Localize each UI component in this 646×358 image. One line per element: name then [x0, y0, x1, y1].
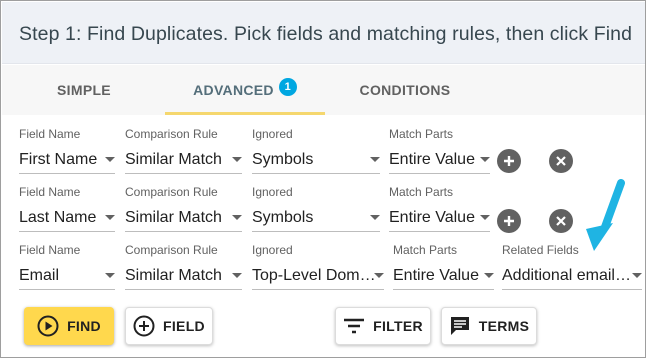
field-name-value: Last Name: [19, 208, 97, 226]
page-title: Step 1: Find Duplicates. Pick fields and…: [19, 23, 633, 45]
match-rule-row: Field Name First Name Comparison Rule Si…: [1, 127, 645, 179]
plus-icon: [504, 216, 514, 226]
close-icon: [556, 156, 566, 166]
ignored-cell: Ignored Top-Level Dom…: [252, 243, 384, 290]
find-duplicates-panel: Step 1: Find Duplicates. Pick fields and…: [0, 0, 646, 358]
match-parts-cell: Match Parts Entire Value: [389, 127, 490, 174]
dropdown-arrow-icon: [105, 157, 115, 162]
match-parts-label: Match Parts: [389, 185, 454, 199]
match-parts-value: Entire Value: [389, 208, 475, 226]
tab-advanced-label: ADVANCED: [193, 82, 274, 98]
ignored-select[interactable]: Symbols: [252, 204, 380, 232]
tab-conditions-label: CONDITIONS: [359, 82, 451, 98]
terms-button-label: TERMS: [478, 318, 530, 334]
terms-button[interactable]: TERMS: [441, 307, 537, 345]
field-name-select[interactable]: Email: [19, 262, 115, 290]
dropdown-arrow-icon: [370, 215, 380, 220]
field-name-cell: Field Name First Name: [19, 127, 115, 174]
find-button-label: FIND: [67, 318, 101, 334]
field-name-value: First Name: [19, 150, 98, 168]
match-parts-value: Entire Value: [393, 266, 479, 284]
ignored-label: Ignored: [252, 127, 293, 141]
plus-circle-outline-icon: [133, 315, 155, 337]
dropdown-arrow-icon: [374, 273, 384, 278]
add-row-button[interactable]: [497, 209, 521, 233]
tab-advanced-count-badge: 1: [278, 78, 297, 96]
tab-simple[interactable]: SIMPLE: [24, 65, 144, 115]
comparison-rule-value: Similar Match: [125, 150, 222, 168]
dropdown-arrow-icon: [480, 215, 490, 220]
dropdown-arrow-icon: [232, 273, 242, 278]
active-tab-indicator: [165, 112, 325, 115]
field-name-label: Field Name: [19, 243, 81, 257]
comparison-rule-select[interactable]: Similar Match: [125, 204, 242, 232]
play-circle-icon: [37, 315, 59, 337]
add-field-button[interactable]: FIELD: [125, 307, 213, 345]
field-name-select[interactable]: First Name: [19, 146, 115, 174]
comparison-rule-cell: Comparison Rule Similar Match: [125, 243, 242, 290]
tab-conditions[interactable]: CONDITIONS: [345, 65, 465, 115]
match-parts-value: Entire Value: [389, 150, 475, 168]
ignored-select[interactable]: Top-Level Dom…: [252, 262, 384, 290]
close-icon: [556, 216, 566, 226]
match-rule-row: Field Name Email Comparison Rule Similar…: [1, 243, 645, 295]
dropdown-arrow-icon: [105, 215, 115, 220]
filter-button-label: FILTER: [373, 318, 423, 334]
dropdown-arrow-icon: [632, 273, 642, 278]
dropdown-arrow-icon: [105, 273, 115, 278]
add-field-button-label: FIELD: [163, 318, 205, 334]
ignored-value: Symbols: [252, 150, 314, 168]
match-rule-row: Field Name Last Name Comparison Rule Sim…: [1, 185, 645, 237]
remove-row-button[interactable]: [549, 149, 573, 173]
dropdown-arrow-icon: [232, 157, 242, 162]
comparison-rule-select[interactable]: Similar Match: [125, 146, 242, 174]
match-parts-select[interactable]: Entire Value: [393, 262, 494, 290]
plus-icon: [504, 156, 514, 166]
match-parts-label: Match Parts: [389, 127, 454, 141]
comparison-rule-label: Comparison Rule: [125, 243, 218, 257]
related-fields-value: Additional email…: [502, 266, 631, 284]
filter-lines-icon: [343, 318, 365, 334]
match-parts-select[interactable]: Entire Value: [389, 204, 490, 232]
field-name-value: Email: [19, 266, 60, 284]
ignored-value: Symbols: [252, 208, 314, 226]
match-parts-select[interactable]: Entire Value: [389, 146, 490, 174]
comment-icon: [449, 315, 471, 337]
tab-advanced[interactable]: ADVANCED 1: [165, 65, 325, 115]
comparison-rule-select[interactable]: Similar Match: [125, 262, 242, 290]
ignored-label: Ignored: [252, 243, 293, 257]
match-parts-cell: Match Parts Entire Value: [393, 243, 494, 290]
comparison-rule-cell: Comparison Rule Similar Match: [125, 127, 242, 174]
related-fields-select[interactable]: Additional email…: [502, 262, 642, 290]
step-header: Step 1: Find Duplicates. Pick fields and…: [2, 2, 645, 64]
comparison-rule-cell: Comparison Rule Similar Match: [125, 185, 242, 232]
field-name-select[interactable]: Last Name: [19, 204, 115, 232]
tab-simple-label: SIMPLE: [57, 82, 111, 98]
field-name-cell: Field Name Email: [19, 243, 115, 290]
ignored-value: Top-Level Dom…: [252, 266, 376, 284]
filter-button[interactable]: FILTER: [335, 307, 431, 345]
match-parts-label: Match Parts: [393, 243, 458, 257]
dropdown-arrow-icon: [370, 157, 380, 162]
ignored-label: Ignored: [252, 185, 293, 199]
comparison-rule-label: Comparison Rule: [125, 185, 218, 199]
annotation-arrow-icon: [586, 179, 625, 251]
dropdown-arrow-icon: [232, 215, 242, 220]
match-parts-cell: Match Parts Entire Value: [389, 185, 490, 232]
field-name-label: Field Name: [19, 185, 81, 199]
comparison-rule-value: Similar Match: [125, 208, 222, 226]
ignored-select[interactable]: Symbols: [252, 146, 380, 174]
mode-tabs: SIMPLE ADVANCED 1 CONDITIONS: [2, 65, 645, 115]
comparison-rule-label: Comparison Rule: [125, 127, 218, 141]
field-name-cell: Field Name Last Name: [19, 185, 115, 232]
ignored-cell: Ignored Symbols: [252, 127, 380, 174]
field-name-label: Field Name: [19, 127, 81, 141]
find-button[interactable]: FIND: [24, 307, 114, 345]
remove-row-button[interactable]: [549, 209, 573, 233]
dropdown-arrow-icon: [484, 273, 494, 278]
add-row-button[interactable]: [497, 149, 521, 173]
comparison-rule-value: Similar Match: [125, 266, 222, 284]
dropdown-arrow-icon: [480, 157, 490, 162]
ignored-cell: Ignored Symbols: [252, 185, 380, 232]
